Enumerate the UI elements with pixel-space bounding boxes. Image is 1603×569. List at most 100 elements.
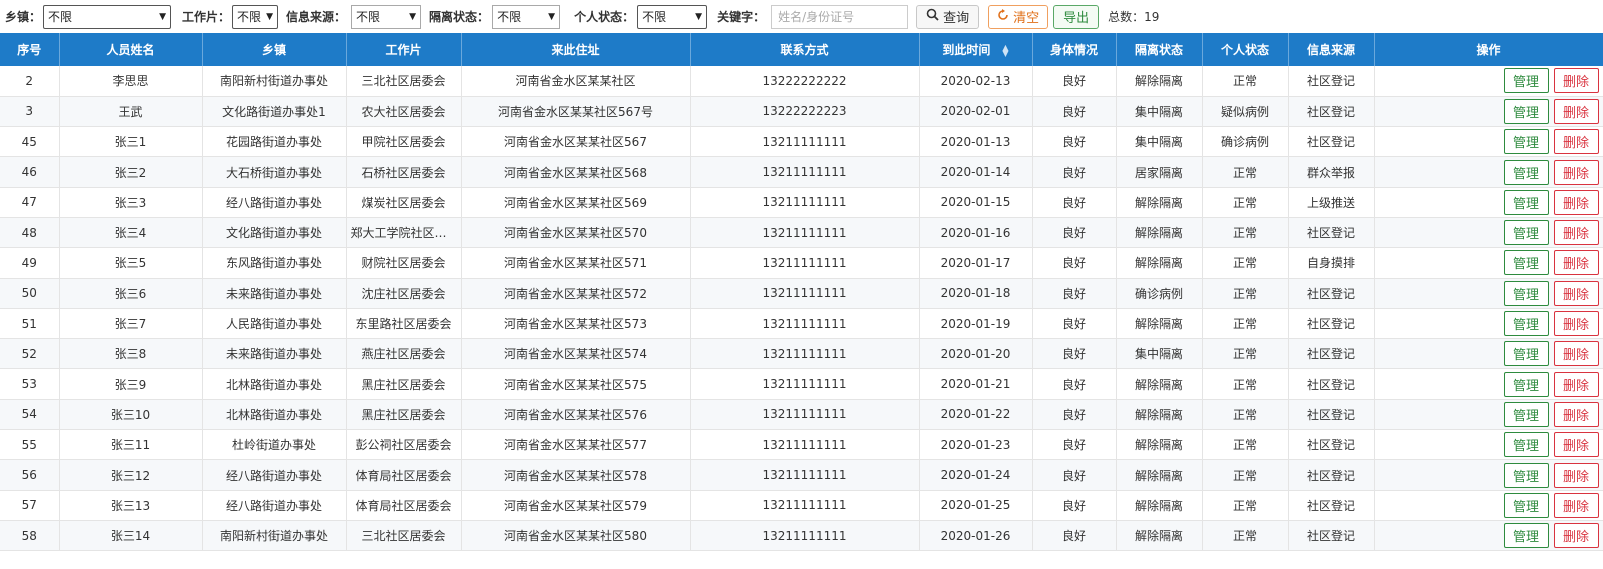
cell-health: 良好 bbox=[1032, 187, 1117, 218]
delete-button[interactable]: 删除 bbox=[1553, 98, 1599, 124]
cell-actions: 管理 删除 bbox=[1374, 278, 1603, 309]
cell-contact: 13211111111 bbox=[690, 187, 920, 218]
row-actions: 管理 删除 bbox=[1379, 371, 1599, 397]
manage-button[interactable]: 管理 bbox=[1503, 462, 1549, 488]
workarea-filter-label: 工作片： bbox=[182, 10, 231, 24]
manage-button[interactable]: 管理 bbox=[1503, 401, 1549, 427]
cell-address: 河南省金水区某某社区575 bbox=[461, 368, 691, 400]
export-button-label: 导出 bbox=[1063, 11, 1090, 26]
cell-contact: 13222222223 bbox=[690, 96, 920, 128]
row-actions: 管理 删除 bbox=[1379, 98, 1599, 124]
cell-contact: 13211111111 bbox=[690, 399, 920, 431]
manage-button[interactable]: 管理 bbox=[1503, 492, 1549, 518]
manage-button[interactable]: 管理 bbox=[1503, 341, 1549, 367]
manage-button[interactable]: 管理 bbox=[1503, 68, 1549, 94]
delete-button[interactable]: 删除 bbox=[1553, 492, 1599, 518]
clear-button[interactable]: 清空 bbox=[988, 4, 1049, 29]
cell-isolation: 解除隔离 bbox=[1116, 66, 1203, 97]
table-row: 54 张三10 北林路街道办事处 黑庄社区居委会 河南省金水区某某社区576 132111… bbox=[0, 399, 1603, 431]
delete-button[interactable]: 删除 bbox=[1553, 432, 1599, 458]
cell-index: 56 bbox=[0, 459, 60, 491]
manage-button[interactable]: 管理 bbox=[1503, 311, 1549, 337]
row-actions: 管理 删除 bbox=[1379, 250, 1599, 276]
manage-button[interactable]: 管理 bbox=[1503, 220, 1549, 246]
cell-workarea: 三北社区居委会 bbox=[346, 520, 462, 552]
row-actions: 管理 删除 bbox=[1379, 432, 1599, 458]
cell-source: 社区登记 bbox=[1288, 459, 1375, 491]
manage-button[interactable]: 管理 bbox=[1503, 523, 1549, 549]
cell-index: 52 bbox=[0, 338, 60, 370]
delete-button[interactable]: 删除 bbox=[1553, 250, 1599, 276]
cell-name: 张三2 bbox=[59, 156, 203, 188]
cell-town: 未来路街道办事处 bbox=[202, 338, 347, 370]
query-button[interactable]: 查询 bbox=[916, 4, 980, 29]
manage-button[interactable]: 管理 bbox=[1503, 371, 1549, 397]
manage-button[interactable]: 管理 bbox=[1503, 98, 1549, 124]
cell-town: 北林路街道办事处 bbox=[202, 399, 347, 431]
cell-index: 58 bbox=[0, 520, 60, 552]
header-name: 人员姓名 bbox=[59, 33, 203, 66]
cell-actions: 管理 删除 bbox=[1374, 217, 1603, 249]
delete-button[interactable]: 删除 bbox=[1553, 68, 1599, 94]
delete-button[interactable]: 删除 bbox=[1553, 159, 1599, 185]
cell-personal: 正常 bbox=[1202, 247, 1289, 279]
town-filter-label: 乡镇： bbox=[5, 10, 42, 24]
delete-button[interactable]: 删除 bbox=[1553, 280, 1599, 306]
export-button[interactable]: 导出 bbox=[1053, 4, 1100, 29]
town-select-value: 不限 bbox=[48, 10, 73, 24]
cell-source: 社区登记 bbox=[1288, 66, 1375, 97]
cell-workarea: 黑庄社区居委会 bbox=[346, 368, 462, 400]
cell-index: 55 bbox=[0, 429, 60, 461]
header-arrival-time[interactable]: 到此时间 ▲ ▼ bbox=[919, 33, 1033, 66]
manage-button[interactable]: 管理 bbox=[1503, 189, 1549, 215]
delete-button[interactable]: 删除 bbox=[1553, 523, 1599, 549]
cell-actions: 管理 删除 bbox=[1374, 66, 1603, 97]
cell-source: 社区登记 bbox=[1288, 126, 1375, 158]
manage-button[interactable]: 管理 bbox=[1503, 280, 1549, 306]
cell-address: 河南省金水区某某社区570 bbox=[461, 217, 691, 249]
cell-town: 经八路街道办事处 bbox=[202, 490, 347, 521]
chevron-down-icon: ▼ bbox=[159, 11, 167, 22]
delete-button[interactable]: 删除 bbox=[1553, 189, 1599, 215]
cell-workarea: 东里路社区居委会 bbox=[346, 308, 462, 340]
cell-arrival-time: 2020-01-16 bbox=[919, 217, 1033, 249]
cell-actions: 管理 删除 bbox=[1374, 187, 1603, 218]
workarea-select[interactable]: 不限 ▼ bbox=[232, 4, 279, 29]
manage-button[interactable]: 管理 bbox=[1503, 159, 1549, 185]
sort-icon[interactable]: ▲ ▼ bbox=[1002, 43, 1008, 57]
row-actions: 管理 删除 bbox=[1379, 401, 1599, 427]
source-select[interactable]: 不限 ▼ bbox=[351, 4, 422, 29]
manage-button[interactable]: 管理 bbox=[1503, 250, 1549, 276]
cell-personal: 正常 bbox=[1202, 217, 1289, 249]
personal-select[interactable]: 不限 ▼ bbox=[637, 4, 708, 29]
cell-arrival-time: 2020-01-26 bbox=[919, 520, 1033, 552]
cell-isolation: 解除隔离 bbox=[1116, 308, 1203, 340]
delete-button[interactable]: 删除 bbox=[1553, 462, 1599, 488]
cell-name: 张三13 bbox=[59, 490, 203, 521]
cell-isolation: 解除隔离 bbox=[1116, 368, 1203, 400]
workarea-select-value: 不限 bbox=[237, 10, 262, 24]
delete-button[interactable]: 删除 bbox=[1553, 129, 1599, 155]
cell-name: 张三12 bbox=[59, 459, 203, 491]
manage-button[interactable]: 管理 bbox=[1503, 129, 1549, 155]
town-select[interactable]: 不限 ▼ bbox=[43, 4, 172, 29]
cell-personal: 正常 bbox=[1202, 156, 1289, 188]
delete-button[interactable]: 删除 bbox=[1553, 341, 1599, 367]
delete-button[interactable]: 删除 bbox=[1553, 371, 1599, 397]
cell-index: 45 bbox=[0, 126, 60, 158]
manage-button[interactable]: 管理 bbox=[1503, 432, 1549, 458]
cell-health: 良好 bbox=[1032, 217, 1117, 249]
cell-workarea: 甲院社区居委会 bbox=[346, 126, 462, 158]
header-source: 信息来源 bbox=[1288, 33, 1375, 66]
delete-button[interactable]: 删除 bbox=[1553, 311, 1599, 337]
keyword-input[interactable]: 姓名/身份证号 bbox=[771, 4, 909, 29]
delete-button[interactable]: 删除 bbox=[1553, 220, 1599, 246]
delete-button[interactable]: 删除 bbox=[1553, 401, 1599, 427]
cell-workarea: 郑大工学院社区居... bbox=[346, 217, 462, 249]
isolation-select[interactable]: 不限 ▼ bbox=[492, 4, 561, 29]
cell-contact: 13211111111 bbox=[690, 247, 920, 279]
cell-name: 张三8 bbox=[59, 338, 203, 370]
cell-contact: 13211111111 bbox=[690, 308, 920, 340]
cell-workarea: 煤炭社区居委会 bbox=[346, 187, 462, 218]
cell-address: 河南省金水区某某社区571 bbox=[461, 247, 691, 279]
